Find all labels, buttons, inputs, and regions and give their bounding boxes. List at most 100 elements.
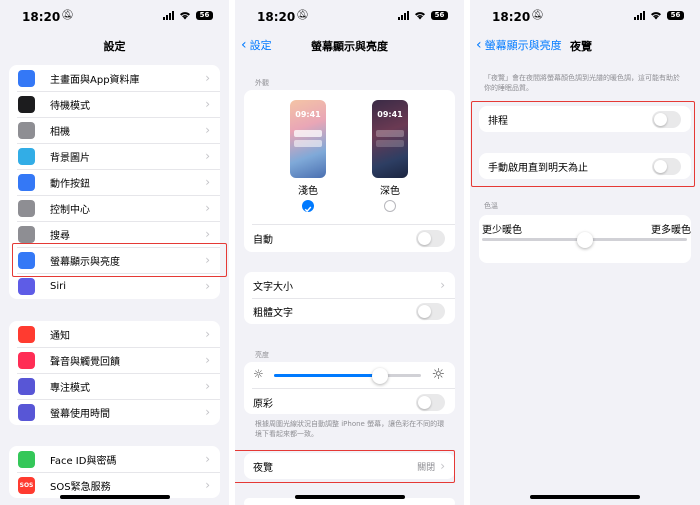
- status-time: 18:20: [22, 10, 61, 24]
- chevron-right-icon: ›: [205, 353, 210, 367]
- settings-row[interactable]: 動作按鈕 ›: [9, 169, 220, 195]
- manual-enable-toggle[interactable]: [652, 157, 681, 175]
- home-indicator: [294, 495, 405, 499]
- settings-row-label: 相機: [50, 126, 70, 138]
- settings-row[interactable]: 主畫面與App資料庫 ›: [9, 65, 220, 91]
- settings-row-label: 聲音與觸覺回饋: [50, 356, 120, 368]
- text-group: 文字大小 › 粗體文字: [244, 272, 455, 324]
- status-time: 18:20: [492, 10, 531, 24]
- settings-row-label: 待機模式: [50, 100, 90, 112]
- settings-row[interactable]: 專注模式 ›: [9, 373, 220, 399]
- wallpaper-icon: [18, 147, 35, 165]
- temperature-group: 更少暖色 更多暖色: [479, 215, 691, 263]
- home-indicator: [59, 495, 170, 499]
- preview-time: 09:41: [377, 110, 403, 119]
- checkmark-icon: [304, 206, 312, 213]
- status-icons: 56: [398, 10, 448, 20]
- settings-group-display: 主畫面與App資料庫 › 待機模式 › 相機 › 背景圖片 › 動作按鈕 › 控制中心 › 搜尋 › 螢幕顯…: [9, 65, 220, 299]
- dark-mode-label: 深色: [380, 186, 400, 197]
- sun-small-icon: ☼: [253, 367, 264, 381]
- bold-text-label: 粗體文字: [253, 307, 293, 319]
- settings-row-label: 控制中心: [50, 204, 90, 216]
- true-tone-toggle[interactable]: [416, 393, 445, 411]
- preview-widget: [294, 140, 322, 147]
- schedule-label: 排程: [488, 115, 508, 127]
- nav-bar: ‹ 螢幕顯示與亮度 夜覽: [470, 34, 700, 56]
- chevron-right-icon: ›: [440, 459, 445, 473]
- light-mode-preview[interactable]: 09:41: [290, 100, 326, 178]
- settings-row[interactable]: 控制中心 ›: [9, 195, 220, 221]
- chevron-right-icon: ›: [205, 379, 210, 393]
- auto-toggle[interactable]: [416, 229, 445, 247]
- light-mode-label: 淺色: [298, 186, 318, 197]
- bold-text-toggle[interactable]: [416, 302, 445, 320]
- chevron-right-icon: ›: [205, 253, 210, 267]
- chevron-right-icon: ›: [440, 278, 445, 292]
- preview-time: 09:41: [295, 110, 321, 119]
- text-size-row[interactable]: 文字大小 ›: [244, 272, 455, 298]
- brightness-icon: [18, 251, 35, 269]
- cellular-signal-icon: [163, 10, 174, 20]
- status-time: 18:20: [257, 10, 296, 24]
- text-size-label: 文字大小: [253, 281, 293, 293]
- night-shift-row[interactable]: 夜覽 關閉 ›: [244, 453, 455, 479]
- settings-row-label: 通知: [50, 330, 70, 342]
- schedule-toggle[interactable]: [652, 110, 681, 128]
- settings-row[interactable]: Face ID與密碼 ›: [9, 446, 220, 472]
- battery-icon: 56: [431, 10, 448, 20]
- night-shift-label: 夜覽: [253, 462, 273, 474]
- sun-large-icon: ☼: [431, 365, 445, 383]
- status-icons: 56: [163, 10, 213, 20]
- chevron-right-icon: ›: [205, 201, 210, 215]
- settings-row-label: Face ID與密碼: [50, 455, 117, 467]
- settings-row-label: 螢幕使用時間: [50, 408, 110, 420]
- chevron-right-icon: ›: [205, 405, 210, 419]
- settings-row[interactable]: 搜尋 ›: [9, 221, 220, 247]
- temperature-slider[interactable]: [482, 232, 687, 248]
- speaker-icon: [18, 351, 35, 369]
- hourglass-icon: [18, 403, 35, 421]
- light-mode-radio-selected[interactable]: [302, 200, 314, 213]
- settings-row[interactable]: 螢幕使用時間 ›: [9, 399, 220, 425]
- siri-icon: [18, 277, 35, 295]
- true-tone-row: 原彩: [244, 389, 455, 414]
- manual-group: 手動啟用直到明天為止: [479, 153, 691, 179]
- settings-row[interactable]: Siri ›: [9, 273, 220, 299]
- back-button[interactable]: ‹ 螢幕顯示與亮度: [476, 37, 562, 53]
- standby-icon: [18, 95, 35, 113]
- dark-mode-preview[interactable]: 09:41: [372, 100, 408, 178]
- search-icon: [18, 225, 35, 243]
- settings-row[interactable]: 聲音與觸覺回饋 ›: [9, 347, 220, 373]
- back-label: 螢幕顯示與亮度: [484, 39, 562, 52]
- wifi-icon: [651, 12, 661, 20]
- true-tone-note: 根據周圍光線狀況自動調整 iPhone 螢幕，讓色彩在不同的環境下看起來都一致。: [255, 420, 445, 438]
- preview-widget: [376, 130, 404, 137]
- settings-row[interactable]: 螢幕顯示與亮度 ›: [9, 247, 220, 273]
- brightness-slider-fill: [274, 374, 380, 377]
- settings-group-security: Face ID與密碼 › SOS SOS緊急服務 ›: [9, 446, 220, 498]
- settings-row[interactable]: 待機模式 ›: [9, 91, 220, 117]
- status-bar: 18:20 🔕︎ 56: [0, 0, 229, 34]
- settings-row-label: SOS緊急服務: [50, 481, 111, 493]
- preview-widget: [294, 130, 322, 137]
- chevron-right-icon: ›: [205, 97, 210, 111]
- dark-mode-radio[interactable]: [384, 200, 396, 212]
- settings-row-label: 動作按鈕: [50, 178, 90, 190]
- appearance-header: 外觀: [255, 79, 269, 87]
- chevron-right-icon: ›: [205, 279, 210, 293]
- display-brightness-panel: 18:20 🔕︎ 56 ‹設定 螢幕顯示與亮度 外觀 09:41 09:41: [235, 0, 464, 505]
- home-grid-icon: [18, 69, 35, 87]
- sos-icon: SOS: [18, 476, 35, 494]
- status-icons: 56: [634, 10, 684, 20]
- brightness-slider[interactable]: [274, 368, 421, 384]
- temperature-slider-knob[interactable]: [576, 232, 593, 248]
- auto-row: 自動: [244, 225, 455, 251]
- settings-row[interactable]: 背景圖片 ›: [9, 143, 220, 169]
- silent-bell-icon: 🔕︎: [296, 10, 309, 21]
- cellular-signal-icon: [398, 10, 409, 20]
- brightness-slider-knob[interactable]: [371, 368, 388, 384]
- night-shift-panel: 18:20 🔕︎ 56 ‹ 螢幕顯示與亮度 夜覽 「夜覽」會在夜間將螢幕顏色調到光…: [470, 0, 700, 505]
- settings-row[interactable]: 通知 ›: [9, 321, 220, 347]
- battery-icon: 56: [667, 10, 684, 20]
- settings-row[interactable]: 相機 ›: [9, 117, 220, 143]
